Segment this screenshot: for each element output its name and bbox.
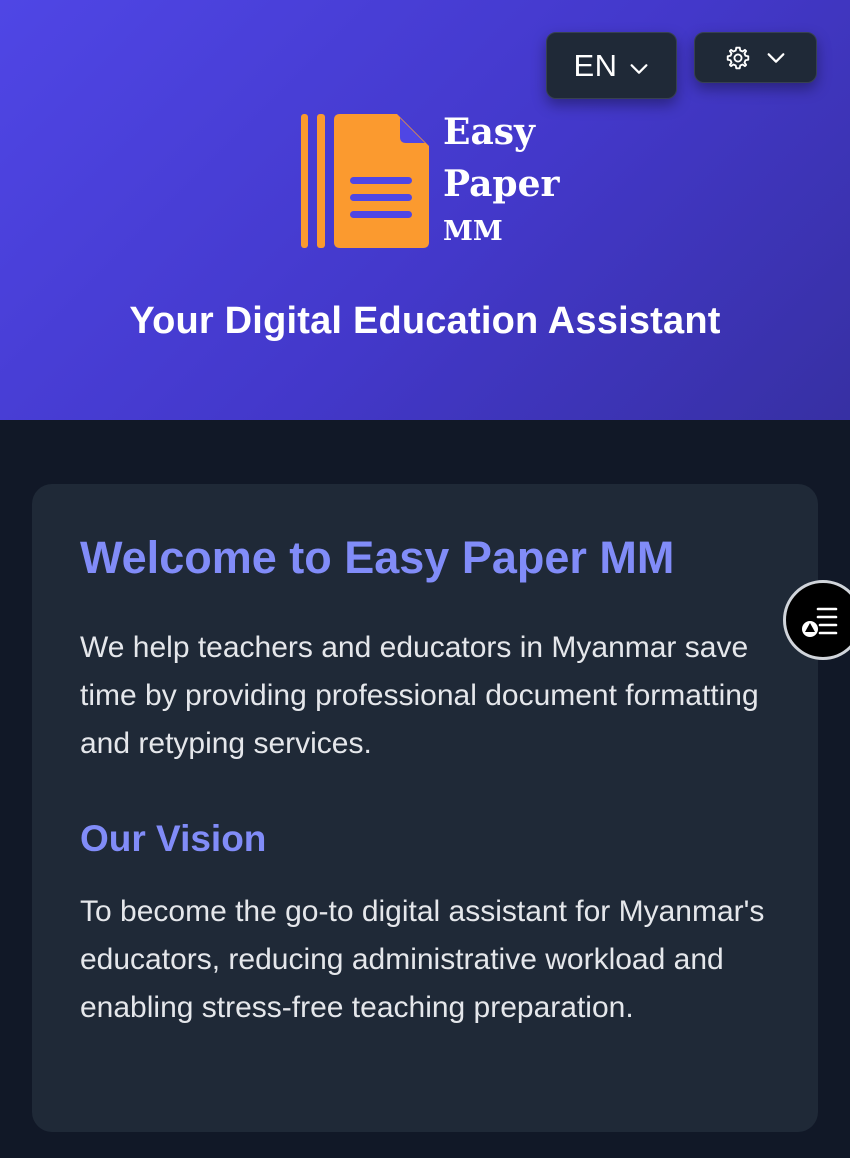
chevron-down-icon (767, 52, 784, 63)
language-label: EN (573, 47, 618, 83)
tagline: Your Digital Education Assistant (129, 300, 721, 342)
vision-heading: Our Vision (80, 818, 267, 859)
logo-line-paper: Paper (443, 163, 560, 205)
welcome-card: Welcome to Easy Paper MM We help teacher… (32, 484, 818, 1132)
hero-banner: EN Easy Paper MM Your Digital Education … (0, 0, 850, 420)
document-stack-icon (301, 114, 429, 248)
shapes-list-icon (802, 607, 838, 637)
settings-menu-button[interactable] (694, 32, 817, 83)
welcome-title: Welcome to Easy Paper MM (80, 532, 675, 583)
gear-icon (726, 46, 749, 69)
chevron-down-icon (630, 63, 647, 74)
language-selector-button[interactable]: EN (546, 32, 677, 99)
vision-paragraph: To become the go-to digital assistant fo… (80, 895, 765, 1024)
logo-line-easy: Easy (443, 111, 535, 153)
intro-paragraph: We help teachers and educators in Myanma… (80, 631, 759, 760)
easy-paper-logo: Easy Paper MM (300, 110, 560, 252)
logo-line-mm: MM (443, 216, 503, 247)
